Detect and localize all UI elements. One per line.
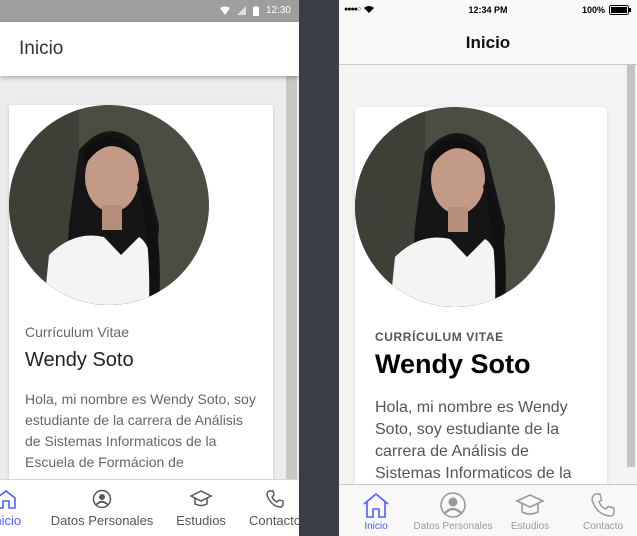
page-title: Inicio	[19, 38, 64, 59]
card-name: Wendy Soto	[25, 349, 134, 371]
graduation-cap-icon	[189, 490, 213, 507]
tab-label: Estudios	[176, 513, 226, 528]
battery-icon	[252, 5, 259, 16]
tab-contacto[interactable]: Contacto	[245, 480, 299, 536]
profile-card: Currículum Vitae Wendy Soto Hola, mi nom…	[9, 105, 273, 479]
android-device-frame: 12:30 Inicio Currículum Vitae Wendy Soto	[0, 0, 299, 536]
card-subtitle: Currículum Vitae	[25, 324, 130, 340]
phone-icon	[591, 493, 615, 517]
signal-icon	[236, 6, 246, 15]
tab-label: Inicio	[0, 513, 22, 528]
tab-label: Estudios	[510, 521, 550, 532]
graduation-cap-icon	[515, 494, 545, 515]
tab-estudios[interactable]: Estudios	[505, 485, 555, 536]
card-bio: Hola, mi nombre es Wendy Soto, soy estud…	[25, 391, 256, 470]
card-name: Wendy Soto	[375, 349, 531, 379]
home-icon	[0, 489, 16, 509]
ios-navigation-bar: Inicio	[339, 20, 637, 65]
tab-label: Datos Personales	[413, 521, 493, 532]
battery-percent: 100%	[581, 5, 605, 15]
android-tab-bar: Inicio Datos Personales Estudios Contact…	[0, 479, 299, 536]
person-icon	[92, 489, 112, 509]
profile-card: CURRÍCULUM VITAE Wendy Soto Hola, mi nom…	[355, 107, 607, 484]
person-icon	[440, 492, 466, 518]
ios-device-frame: ●●●●○ 12:34 PM 100% Inicio CURRÍCULUM VI…	[339, 0, 637, 536]
scrollbar[interactable]	[286, 76, 297, 479]
avatar	[355, 107, 555, 307]
phone-icon	[266, 490, 284, 508]
android-content-scroll[interactable]: Currículum Vitae Wendy Soto Hola, mi nom…	[0, 76, 299, 479]
tab-contacto[interactable]: Contacto	[577, 485, 629, 536]
ios-status-bar: ●●●●○ 12:34 PM 100%	[339, 0, 637, 20]
tab-label: Contacto	[582, 521, 624, 532]
battery-icon	[609, 5, 631, 15]
tab-label: Contacto	[248, 513, 299, 528]
tab-label: Inicio	[364, 521, 388, 532]
ios-tab-bar: Inicio Datos Personales Estudios Contact…	[339, 484, 637, 536]
tab-datos-personales[interactable]: Datos Personales	[47, 480, 157, 536]
tab-label: Datos Personales	[50, 513, 154, 528]
android-toolbar: Inicio	[0, 22, 299, 76]
tab-inicio[interactable]: Inicio	[0, 480, 36, 536]
page-title: Inicio	[465, 33, 511, 52]
card-subtitle: CURRÍCULUM VITAE	[375, 330, 504, 344]
ios-content-scroll[interactable]: CURRÍCULUM VITAE Wendy Soto Hola, mi nom…	[339, 65, 637, 484]
wifi-icon	[219, 6, 230, 15]
home-icon	[363, 492, 389, 518]
tab-estudios[interactable]: Estudios	[170, 480, 232, 536]
status-time: 12:30	[265, 5, 291, 16]
scrollbar[interactable]	[627, 65, 635, 467]
tab-inicio[interactable]: Inicio	[351, 485, 401, 536]
card-bio: Hola, mi nombre es Wendy Soto, soy estud…	[375, 399, 572, 482]
avatar	[9, 105, 209, 305]
tab-datos-personales[interactable]: Datos Personales	[408, 485, 498, 536]
android-status-bar: 12:30	[0, 0, 299, 22]
